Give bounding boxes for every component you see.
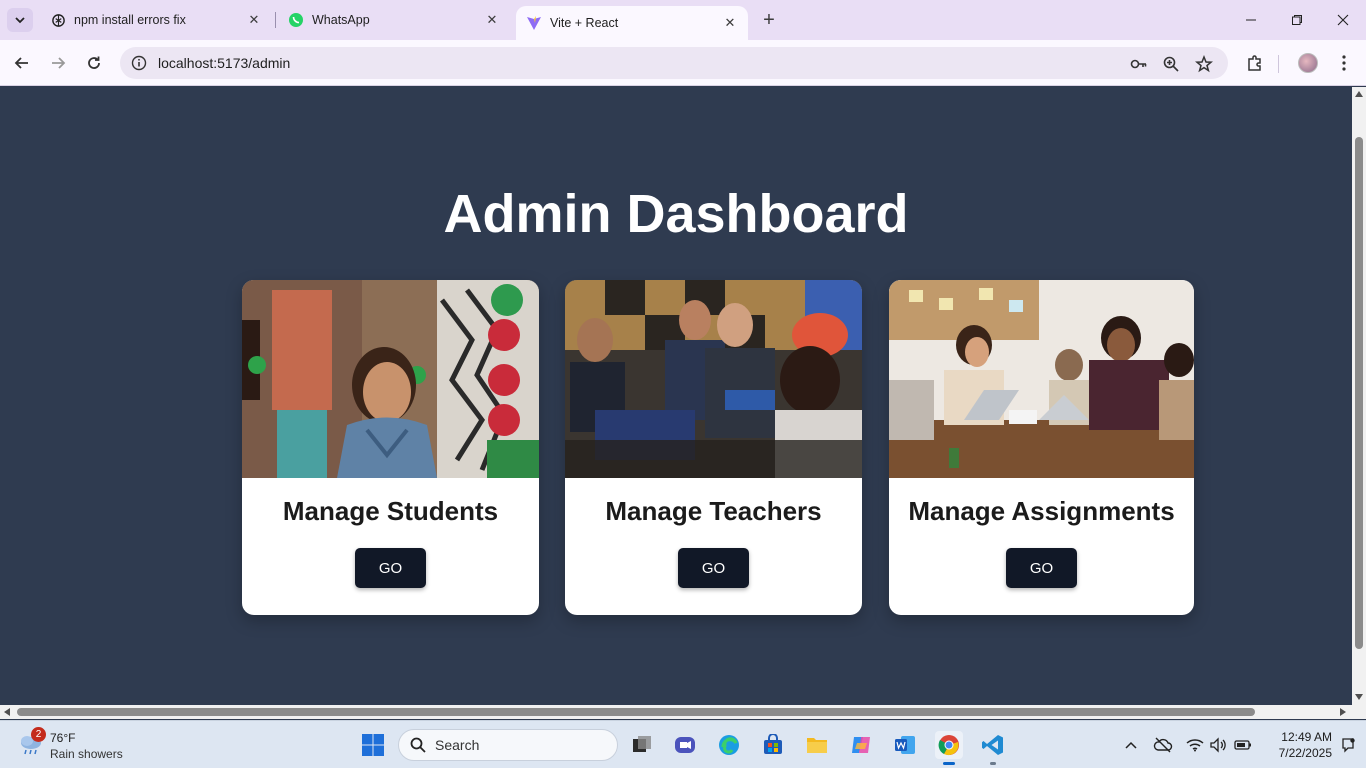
word-icon[interactable] bbox=[891, 731, 919, 759]
vertical-scrollbar[interactable] bbox=[1352, 87, 1366, 705]
scroll-down-icon[interactable] bbox=[1355, 694, 1363, 700]
close-icon bbox=[1337, 14, 1349, 26]
restore-button[interactable] bbox=[1274, 0, 1320, 40]
notifications-icon[interactable] bbox=[1338, 735, 1358, 755]
chrome-icon[interactable] bbox=[935, 731, 963, 765]
running-indicator bbox=[990, 762, 996, 765]
bookmark-star-icon[interactable] bbox=[1195, 55, 1213, 73]
tab-whatsapp[interactable]: WhatsApp ✕ bbox=[278, 0, 510, 40]
card-manage-assignments: Manage Assignments GO bbox=[889, 280, 1194, 615]
battery-icon[interactable] bbox=[1233, 735, 1253, 755]
chevron-down-icon bbox=[15, 17, 25, 24]
more-vertical-icon bbox=[1342, 55, 1346, 71]
volume-icon[interactable] bbox=[1208, 735, 1228, 755]
url-text[interactable]: localhost:5173/admin bbox=[158, 55, 290, 71]
task-view-icon[interactable] bbox=[628, 731, 656, 759]
horizontal-scrollbar[interactable] bbox=[0, 705, 1366, 719]
meet-icon[interactable] bbox=[671, 731, 699, 759]
minimize-icon bbox=[1246, 19, 1256, 21]
go-teachers-button[interactable]: GO bbox=[678, 548, 749, 588]
tab-separator bbox=[275, 12, 276, 28]
menu-button[interactable] bbox=[1329, 48, 1359, 78]
avatar bbox=[1298, 53, 1318, 73]
taskbar: 2 76°F Rain showers Search 12:49 AM 7/22… bbox=[0, 720, 1366, 768]
forward-button[interactable] bbox=[43, 48, 73, 78]
copilot-icon[interactable] bbox=[847, 731, 875, 759]
reload-icon bbox=[88, 56, 100, 69]
card-manage-teachers: Manage Teachers GO bbox=[565, 280, 862, 615]
puzzle-icon bbox=[1248, 55, 1261, 71]
arrow-right-icon bbox=[52, 57, 66, 69]
onedrive-offline-icon[interactable] bbox=[1153, 735, 1173, 755]
tab-search-button[interactable] bbox=[7, 8, 33, 32]
new-tab-button[interactable]: + bbox=[758, 9, 780, 31]
card-title: Manage Assignments bbox=[908, 496, 1175, 526]
windows-icon bbox=[362, 734, 384, 756]
password-key-icon[interactable] bbox=[1130, 55, 1148, 73]
vscode-icon[interactable] bbox=[979, 731, 1007, 765]
close-icon[interactable]: ✕ bbox=[722, 15, 738, 31]
notification-badge: 2 bbox=[31, 727, 46, 742]
clock-time: 12:49 AM bbox=[1281, 730, 1332, 744]
weather-temp: 76°F bbox=[50, 731, 76, 745]
profile-button[interactable] bbox=[1293, 48, 1323, 78]
minimize-button[interactable] bbox=[1228, 0, 1274, 40]
system-clock[interactable]: 12:49 AM 7/22/2025 bbox=[1262, 729, 1332, 761]
tab-label: npm install errors fix bbox=[74, 13, 186, 27]
weather-condition: Rain showers bbox=[50, 747, 123, 761]
card-title: Manage Students bbox=[282, 496, 499, 526]
scroll-up-icon[interactable] bbox=[1355, 91, 1363, 97]
search-icon bbox=[409, 736, 427, 754]
site-info-icon[interactable] bbox=[124, 55, 154, 71]
start-button[interactable] bbox=[361, 733, 385, 757]
go-students-button[interactable]: GO bbox=[355, 548, 426, 588]
wifi-icon[interactable] bbox=[1185, 735, 1205, 755]
file-explorer-icon[interactable] bbox=[803, 731, 831, 759]
close-window-button[interactable] bbox=[1320, 0, 1366, 40]
toolbar-divider bbox=[1278, 55, 1279, 73]
go-assignments-button[interactable]: GO bbox=[1006, 548, 1077, 588]
tab-strip: npm install errors fix ✕ WhatsApp ✕ Vite… bbox=[0, 0, 1366, 40]
page-title: Admin Dashboard bbox=[443, 184, 909, 244]
scroll-left-icon[interactable] bbox=[4, 708, 10, 716]
tab-vite-react[interactable]: Vite + React ✕ bbox=[516, 6, 748, 40]
weather-widget[interactable]: 2 76°F Rain showers bbox=[14, 727, 134, 763]
edge-icon[interactable] bbox=[715, 731, 743, 759]
vite-icon bbox=[526, 15, 542, 31]
chevron-up-icon[interactable] bbox=[1121, 735, 1141, 755]
page-viewport: Admin Dashboard Manage Students GO Manag… bbox=[0, 87, 1352, 705]
back-button[interactable] bbox=[7, 48, 37, 78]
student-photo bbox=[242, 280, 539, 478]
reload-button[interactable] bbox=[79, 48, 109, 78]
teachers-photo bbox=[565, 280, 862, 478]
taskbar-search[interactable]: Search bbox=[398, 729, 618, 761]
horizontal-scroll-thumb[interactable] bbox=[17, 708, 1255, 716]
restore-icon bbox=[1292, 15, 1302, 25]
extensions-button[interactable] bbox=[1240, 48, 1270, 78]
tab-label: WhatsApp bbox=[312, 13, 370, 27]
tab-npm-install[interactable]: npm install errors fix ✕ bbox=[40, 0, 272, 40]
tab-label: Vite + React bbox=[550, 16, 619, 30]
store-icon[interactable] bbox=[759, 731, 787, 759]
browser-toolbar: localhost:5173/admin bbox=[0, 40, 1366, 86]
vertical-scroll-thumb[interactable] bbox=[1355, 137, 1363, 649]
clock-date: 7/22/2025 bbox=[1278, 746, 1332, 760]
whatsapp-icon bbox=[288, 12, 304, 28]
card-manage-students: Manage Students GO bbox=[242, 280, 539, 615]
assignments-photo bbox=[889, 280, 1194, 478]
running-indicator bbox=[943, 762, 955, 765]
scroll-right-icon[interactable] bbox=[1340, 708, 1346, 716]
arrow-left-icon bbox=[14, 57, 28, 69]
search-placeholder: Search bbox=[435, 737, 480, 753]
openai-icon bbox=[50, 12, 66, 28]
card-title: Manage Teachers bbox=[605, 496, 822, 526]
address-bar[interactable]: localhost:5173/admin bbox=[120, 47, 1228, 79]
close-icon[interactable]: ✕ bbox=[484, 12, 500, 28]
zoom-icon[interactable] bbox=[1162, 55, 1180, 73]
close-icon[interactable]: ✕ bbox=[246, 12, 262, 28]
